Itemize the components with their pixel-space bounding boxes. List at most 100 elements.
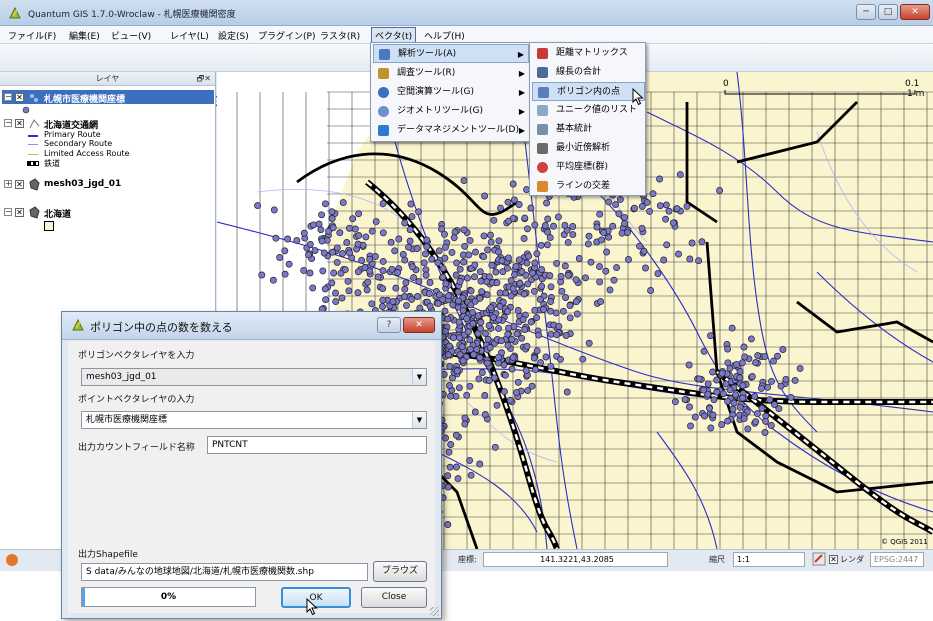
medical-facility-point [476,294,484,302]
medical-facility-point [729,405,737,413]
layer-visibility-checkbox[interactable]: ✕ [15,119,24,128]
medical-facility-point [603,248,611,256]
medical-facility-point [455,318,463,326]
minimize-button[interactable]: ─ [856,4,876,20]
medical-facility-point [451,228,459,236]
resize-grip[interactable] [430,607,439,616]
browse-button[interactable]: ブラウズ [373,561,427,582]
medical-facility-point [530,287,538,295]
layer-medical-points[interactable]: 札幌市医療機関座標 [44,92,125,105]
medical-facility-point [569,231,577,239]
medical-facility-point [532,366,539,374]
menu-item-sum-line-lengths[interactable]: 線長の合計 [532,63,645,82]
maximize-button[interactable]: □ [878,4,898,20]
layer-visibility-checkbox[interactable]: ✕ [15,93,24,102]
menu-item-basic-statistics[interactable]: 基本統計 [532,120,645,139]
medical-facility-point [529,269,536,277]
medical-facility-point [521,214,529,222]
medical-facility-point [507,277,515,285]
epsg-button[interactable]: EPSG:2447 [870,552,924,567]
expand-icon[interactable]: − [4,208,12,216]
expand-icon[interactable]: − [4,119,12,127]
medical-facility-point [615,210,623,218]
menu-item-distance-matrix[interactable]: 距離マトリックス [532,44,645,63]
medical-facility-point [358,256,366,264]
medical-facility-point [509,214,517,222]
menu-item-unique-values[interactable]: ユニーク値のリスト [532,101,645,120]
menu-plugins[interactable]: プラグイン(P) [258,29,315,42]
menu-item-mean-coordinates[interactable]: 平均座標(群) [532,158,645,177]
medical-facility-point [469,320,477,328]
medical-facility-point [379,267,387,275]
coordinate-display[interactable]: 141.3221,43.2085 [483,552,668,567]
menu-item-geometry-tools[interactable]: ジオメトリツール(G) ▶ [373,102,529,121]
qgis-status-icon [6,554,18,566]
menu-view[interactable]: ビュー(V) [111,29,151,42]
expand-icon[interactable]: + [4,180,12,188]
medical-facility-point [388,265,396,273]
medical-facility-point [724,417,732,425]
medical-facility-point [596,263,603,271]
medical-facility-point [564,238,572,246]
polygon-layer-select[interactable]: mesh03_jgd_01 ▼ [81,368,427,386]
medical-facility-point [747,335,755,343]
menu-item-analysis-tools[interactable]: 解析ツール(A) ▶ [373,44,529,63]
medical-facility-point [509,353,517,361]
menu-layer[interactable]: レイヤ(L) [170,29,209,42]
medical-facility-point [636,242,644,250]
menu-item-line-intersections[interactable]: ラインの交差 [532,177,645,196]
medical-facility-point [739,382,747,389]
scale-combo[interactable]: 1:1 [733,552,805,567]
medical-facility-point [456,278,464,285]
medical-facility-point [504,308,512,315]
output-shapefile-input[interactable]: S data/みんなの地球地図/北海道/札幌市医療機関数.shp [81,563,368,581]
medical-facility-point [513,389,521,397]
medical-facility-point [498,257,506,265]
medical-facility-point [456,351,464,359]
menu-edit[interactable]: 編集(E) [69,29,100,42]
dialog-close-x-button[interactable]: ✕ [403,317,435,333]
point-layer-select[interactable]: 札幌市医療機関座標 ▼ [81,411,427,429]
medical-facility-point [779,346,787,353]
menu-raster[interactable]: ラスタ(R) [320,29,360,42]
medical-facility-point [557,355,564,363]
medical-facility-point [698,238,706,246]
layer-mesh[interactable]: mesh03_jgd_01 [44,179,121,189]
medical-facility-point [525,252,533,260]
medical-facility-point [507,292,515,300]
medical-facility-point [530,354,538,362]
menu-file[interactable]: ファイル(F) [8,29,56,42]
menu-item-nearest-neighbour[interactable]: 最小近傍解析 [532,139,645,158]
render-checkbox[interactable]: ✕ [829,555,838,564]
close-button[interactable]: Close [361,587,427,608]
medical-facility-point [439,273,447,281]
count-field-input[interactable]: PNTCNT [207,436,427,454]
medical-facility-point [533,347,541,355]
medical-facility-point [406,226,414,234]
qgis-logo-icon [72,318,84,331]
medical-facility-point [598,236,605,244]
layer-visibility-checkbox[interactable]: ✕ [15,180,24,189]
medical-facility-point [336,229,344,237]
layer-visibility-checkbox[interactable]: ✕ [15,208,24,217]
menu-settings[interactable]: 設定(S) [218,29,249,42]
medical-facility-point [426,279,434,286]
menu-item-data-management-tools[interactable]: データマネジメントツール(D) ▶ [373,121,529,140]
close-window-button[interactable]: ✕ [900,4,930,20]
menu-item-geoprocessing-tools[interactable]: 空間演算ツール(G) ▶ [373,83,529,102]
medical-facility-point [654,270,662,278]
panel-float-close-icon[interactable]: 🗗✕ [197,72,211,85]
menu-help[interactable]: ヘルプ(H) [424,29,465,42]
expand-icon[interactable]: − [4,93,12,101]
point-symbol-icon [22,106,30,114]
medical-facility-point [408,263,416,271]
stop-render-icon[interactable] [812,552,826,566]
menu-item-points-in-polygon[interactable]: ポリゴン内の点 [532,82,645,101]
medical-facility-point [485,322,493,329]
menu-item-research-tools[interactable]: 調査ツール(R) ▶ [373,64,529,83]
medical-facility-point [686,255,694,263]
medical-facility-point [371,253,379,260]
dialog-help-button[interactable]: ? [377,317,401,333]
layer-hokkaido[interactable]: 北海道 [44,207,71,220]
medical-facility-point [740,415,748,423]
